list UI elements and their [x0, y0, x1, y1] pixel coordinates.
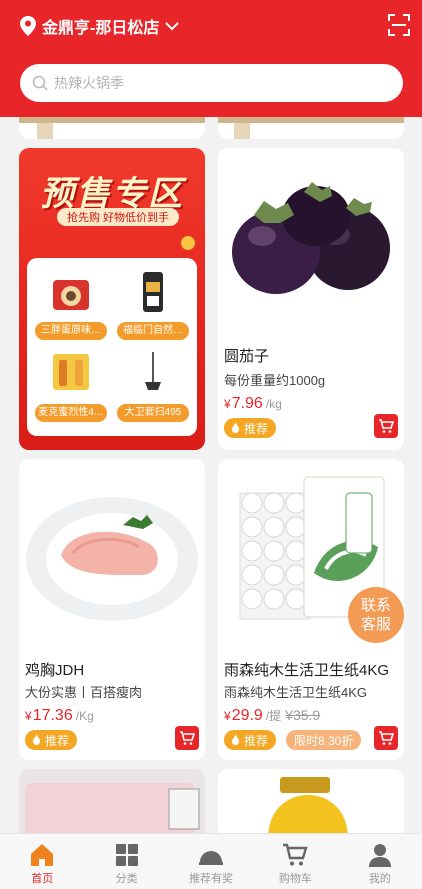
tab-category[interactable]: 分类: [84, 834, 168, 889]
store-selector[interactable]: 金鼎亨-那日松店: [20, 14, 180, 38]
product-image-oil-partial: [268, 777, 348, 839]
presale-subtitle: 抢先购 好物低价到手: [57, 208, 180, 226]
search-icon: [32, 75, 48, 91]
product-thumb-broom: [145, 352, 161, 390]
presale-item-label: 福临门自然…: [117, 322, 189, 340]
cart-icon: [379, 419, 394, 433]
product-description: 雨森纯木生活卫生纸4KG: [224, 685, 368, 700]
cart-icon: [180, 731, 195, 745]
reward-icon: [199, 851, 224, 865]
cart-icon: [379, 731, 394, 745]
product-card[interactable]: 鸡胸JDH 大份实惠丨百搭瘦肉 ¥17.36/Kg 推荐: [19, 459, 205, 760]
tab-profile[interactable]: 我的: [338, 834, 422, 889]
coin-decoration: [181, 236, 195, 250]
product-card[interactable]: [218, 769, 404, 839]
search-input[interactable]: [54, 75, 354, 91]
product-description: 大份实惠丨百搭瘦肉: [25, 685, 143, 700]
profile-icon: [368, 844, 391, 867]
product-thumb-seeds: [53, 280, 89, 310]
product-card[interactable]: [19, 769, 205, 839]
discount-tag: 限时8.30折: [286, 730, 362, 750]
search-bar[interactable]: [20, 64, 403, 102]
presale-item[interactable]: 福临门自然…: [117, 268, 189, 340]
previous-card-bottom: [19, 117, 205, 139]
presale-item-label: 大卫套扫495: [117, 404, 189, 422]
bottom-tab-bar: 首页 分类 推荐有奖 购物车 我的: [0, 833, 422, 889]
tab-reward[interactable]: 推荐有奖: [169, 834, 253, 889]
recommend-tag: 推荐: [224, 418, 277, 438]
recommend-tag: 推荐: [25, 730, 78, 750]
product-price: ¥7.96/kg: [224, 395, 282, 412]
tab-home[interactable]: 首页: [0, 834, 84, 889]
home-icon: [31, 844, 54, 866]
customer-service-button[interactable]: 联系 客服: [348, 587, 404, 643]
previous-card-bottom: [218, 117, 404, 139]
fire-icon: [33, 734, 40, 745]
product-description: 每份重量约1000g: [224, 373, 326, 388]
product-card[interactable]: 圆茄子 每份重量约1000g ¥7.96/kg 推荐: [218, 148, 404, 450]
presale-item[interactable]: 大卫套扫495: [117, 348, 189, 422]
presale-item-label: 三胖蛋原味…: [35, 322, 107, 340]
header: 金鼎亨-那日松店: [0, 0, 422, 117]
product-name: 圆茄子: [224, 348, 270, 365]
category-icon: [115, 844, 138, 866]
product-name: 雨森纯木生活卫生纸4KG: [224, 662, 390, 679]
fire-icon: [232, 734, 239, 745]
add-to-cart-button[interactable]: [175, 726, 199, 750]
product-name: 鸡胸JDH: [25, 662, 85, 679]
presale-item[interactable]: 麦克蜜烈性4…: [35, 348, 107, 422]
recommend-tag: 推荐: [224, 730, 277, 750]
presale-item[interactable]: 三胖蛋原味…: [35, 268, 107, 340]
product-thumb-rice: [143, 272, 163, 312]
store-name: 金鼎亨-那日松店: [42, 20, 160, 37]
chevron-down-icon: [165, 22, 180, 31]
add-to-cart-button[interactable]: [374, 414, 398, 438]
presale-card[interactable]: 预售专区 抢先购 好物低价到手 三胖蛋原味… 福临门自然… 麦克蜜烈性4… 大卫…: [19, 148, 205, 450]
cart-icon: [283, 843, 309, 866]
product-image-eggplant: [232, 182, 390, 294]
scan-icon[interactable]: [388, 14, 410, 36]
product-image-chicken-breast: [26, 497, 198, 621]
fire-icon: [232, 422, 239, 433]
presale-item-grid: 三胖蛋原味… 福临门自然… 麦克蜜烈性4… 大卫套扫495: [27, 258, 197, 436]
presale-item-label: 麦克蜜烈性4…: [35, 404, 107, 422]
tab-cart[interactable]: 购物车: [253, 834, 337, 889]
add-to-cart-button[interactable]: [374, 726, 398, 750]
product-image-partial: [19, 769, 205, 839]
product-price: ¥17.36/Kg: [25, 707, 94, 724]
location-pin-icon: [20, 16, 36, 36]
product-price: ¥29.9/提 ¥35.9: [224, 707, 321, 724]
product-thumb-beer: [53, 354, 89, 390]
original-price: ¥35.9: [285, 707, 321, 723]
